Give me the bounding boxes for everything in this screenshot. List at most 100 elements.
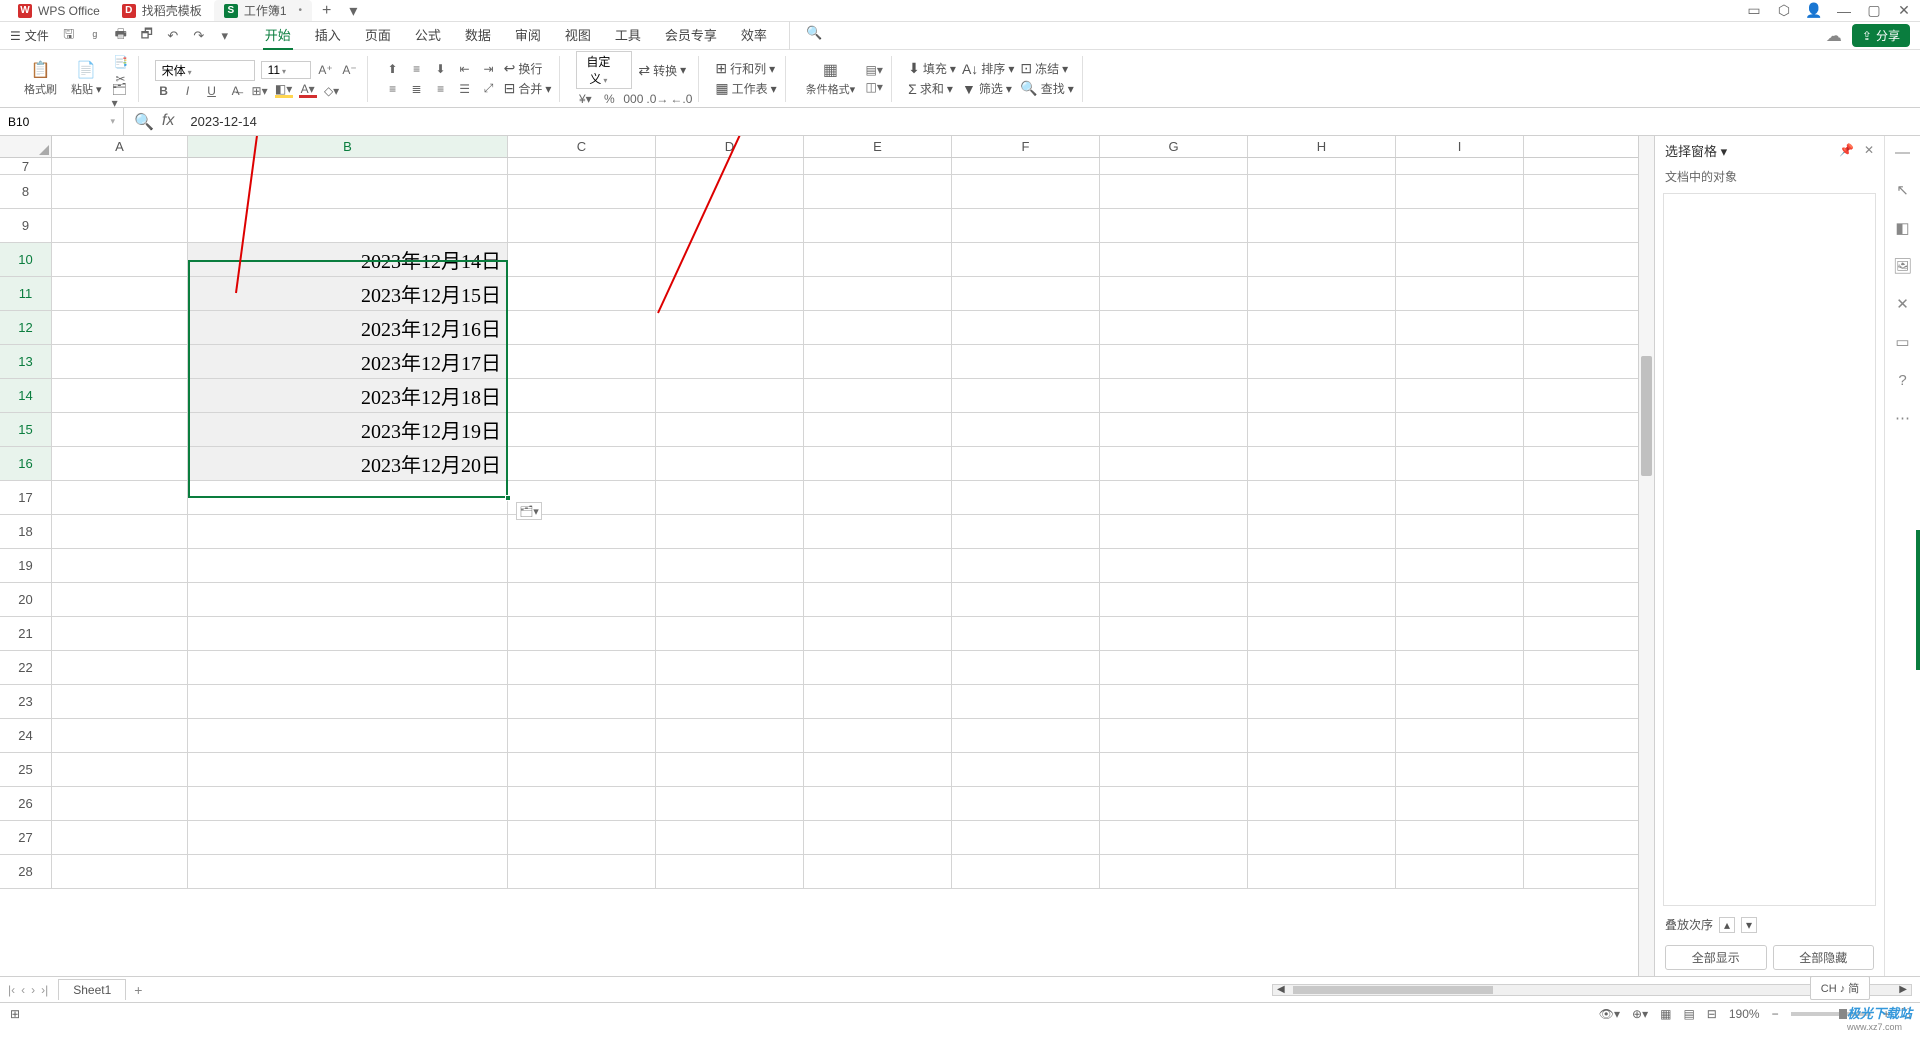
export-icon[interactable]: ᵍ bbox=[87, 28, 103, 44]
cell[interactable] bbox=[952, 277, 1100, 310]
view-page-icon[interactable]: ▤ bbox=[1683, 1007, 1694, 1021]
cell[interactable] bbox=[656, 855, 804, 888]
cell[interactable] bbox=[1100, 719, 1248, 752]
zoom-out-icon[interactable]: − bbox=[1772, 1007, 1779, 1021]
cell[interactable] bbox=[804, 447, 952, 480]
search-icon[interactable]: 🔍 bbox=[789, 21, 824, 50]
cell[interactable] bbox=[508, 447, 656, 480]
help-icon[interactable]: ? bbox=[1893, 370, 1913, 390]
cell[interactable] bbox=[1396, 243, 1524, 276]
preview-icon[interactable]: 🗗 bbox=[139, 28, 155, 44]
cell[interactable] bbox=[52, 787, 188, 820]
cell[interactable] bbox=[508, 855, 656, 888]
cell[interactable] bbox=[188, 821, 508, 854]
tab-member[interactable]: 会员专享 bbox=[663, 21, 719, 50]
cell[interactable] bbox=[804, 583, 952, 616]
tab-menu[interactable]: ▾ bbox=[341, 1, 365, 21]
align-justify-icon[interactable]: ☰ bbox=[456, 82, 474, 96]
status-icon[interactable]: ⊞ bbox=[10, 1007, 20, 1021]
cell[interactable] bbox=[804, 277, 952, 310]
cell[interactable] bbox=[656, 158, 804, 174]
row-header[interactable]: 18 bbox=[0, 515, 52, 548]
cell[interactable] bbox=[508, 379, 656, 412]
share-button[interactable]: ⇪ 分享 bbox=[1852, 24, 1910, 47]
cell[interactable] bbox=[188, 583, 508, 616]
cell[interactable] bbox=[188, 209, 508, 242]
cell[interactable] bbox=[188, 175, 508, 208]
col-B[interactable]: B bbox=[188, 136, 508, 157]
currency-icon[interactable]: ¥▾ bbox=[576, 92, 594, 106]
cell[interactable] bbox=[1248, 549, 1396, 582]
cell[interactable] bbox=[656, 243, 804, 276]
cell[interactable] bbox=[1248, 345, 1396, 378]
cell[interactable] bbox=[508, 413, 656, 446]
row-header[interactable]: 13 bbox=[0, 345, 52, 378]
cell[interactable] bbox=[1100, 243, 1248, 276]
cell[interactable] bbox=[952, 175, 1100, 208]
move-down-icon[interactable]: ▾ bbox=[1741, 917, 1757, 933]
avatar-icon[interactable]: 👤 bbox=[1806, 3, 1822, 19]
cond-format-button[interactable]: ▦条件格式▾ bbox=[802, 58, 860, 99]
align-right-icon[interactable]: ≡ bbox=[432, 82, 450, 96]
tools-icon[interactable]: ✕ bbox=[1893, 294, 1913, 314]
tab-wps[interactable]: WWPS Office bbox=[8, 2, 110, 20]
cell[interactable] bbox=[952, 583, 1100, 616]
cell[interactable] bbox=[508, 821, 656, 854]
cell[interactable] bbox=[952, 379, 1100, 412]
cell[interactable] bbox=[188, 515, 508, 548]
cancel-fx-icon[interactable]: 🔍 bbox=[134, 112, 154, 132]
cell[interactable] bbox=[804, 821, 952, 854]
align-top-icon[interactable]: ⬆ bbox=[384, 62, 402, 76]
cell[interactable] bbox=[1100, 345, 1248, 378]
cell[interactable] bbox=[1396, 753, 1524, 786]
row-header[interactable]: 21 bbox=[0, 617, 52, 650]
row-header[interactable]: 11 bbox=[0, 277, 52, 310]
cell[interactable] bbox=[508, 311, 656, 344]
cell-style-icon[interactable]: ◫▾ bbox=[865, 80, 883, 94]
tab-tools[interactable]: 工具 bbox=[613, 21, 643, 50]
align-left-icon[interactable]: ≡ bbox=[384, 82, 402, 96]
cell[interactable] bbox=[656, 379, 804, 412]
cell[interactable] bbox=[52, 379, 188, 412]
increase-font-icon[interactable]: A⁺ bbox=[317, 63, 335, 77]
tab-template[interactable]: D找稻壳模板 bbox=[112, 0, 212, 21]
print-icon[interactable]: 🖶 bbox=[113, 28, 129, 44]
cell[interactable] bbox=[656, 651, 804, 684]
cell[interactable] bbox=[804, 787, 952, 820]
col-I[interactable]: I bbox=[1396, 136, 1524, 157]
cell[interactable] bbox=[508, 651, 656, 684]
col-C[interactable]: C bbox=[508, 136, 656, 157]
cell[interactable] bbox=[1396, 821, 1524, 854]
cell[interactable] bbox=[52, 175, 188, 208]
cell[interactable] bbox=[1248, 277, 1396, 310]
tab-review[interactable]: 审阅 bbox=[513, 21, 543, 50]
cell[interactable] bbox=[656, 821, 804, 854]
merge-button[interactable]: ⊟合并▾ bbox=[504, 80, 552, 97]
row-header[interactable]: 10 bbox=[0, 243, 52, 276]
cell[interactable] bbox=[1100, 651, 1248, 684]
vertical-scrollbar[interactable] bbox=[1638, 136, 1654, 976]
cell[interactable] bbox=[656, 549, 804, 582]
row-header[interactable]: 19 bbox=[0, 549, 52, 582]
cell[interactable] bbox=[1396, 787, 1524, 820]
cell[interactable] bbox=[1396, 515, 1524, 548]
show-all-button[interactable]: 全部显示 bbox=[1665, 945, 1767, 970]
number-format-select[interactable]: 自定义▾ bbox=[576, 51, 632, 89]
cell[interactable] bbox=[804, 175, 952, 208]
row-header[interactable]: 27 bbox=[0, 821, 52, 854]
cell[interactable] bbox=[1248, 379, 1396, 412]
copy-icon[interactable]: 📑 bbox=[112, 55, 130, 69]
row-header[interactable]: 20 bbox=[0, 583, 52, 616]
cell[interactable] bbox=[952, 158, 1100, 174]
cloud-icon[interactable]: ☁ bbox=[1826, 26, 1842, 46]
cell[interactable] bbox=[52, 515, 188, 548]
cell[interactable] bbox=[952, 345, 1100, 378]
cell[interactable] bbox=[1396, 311, 1524, 344]
strike-icon[interactable]: A̶ bbox=[227, 84, 245, 98]
fill-button[interactable]: ⬇填充▾ bbox=[908, 60, 956, 77]
name-box[interactable]: B10▾ bbox=[0, 108, 124, 135]
tab-add[interactable]: + bbox=[314, 2, 339, 20]
prev-sheet-icon[interactable]: ‹ bbox=[21, 983, 25, 997]
cell[interactable] bbox=[656, 447, 804, 480]
comma-icon[interactable]: 000 bbox=[624, 92, 642, 106]
